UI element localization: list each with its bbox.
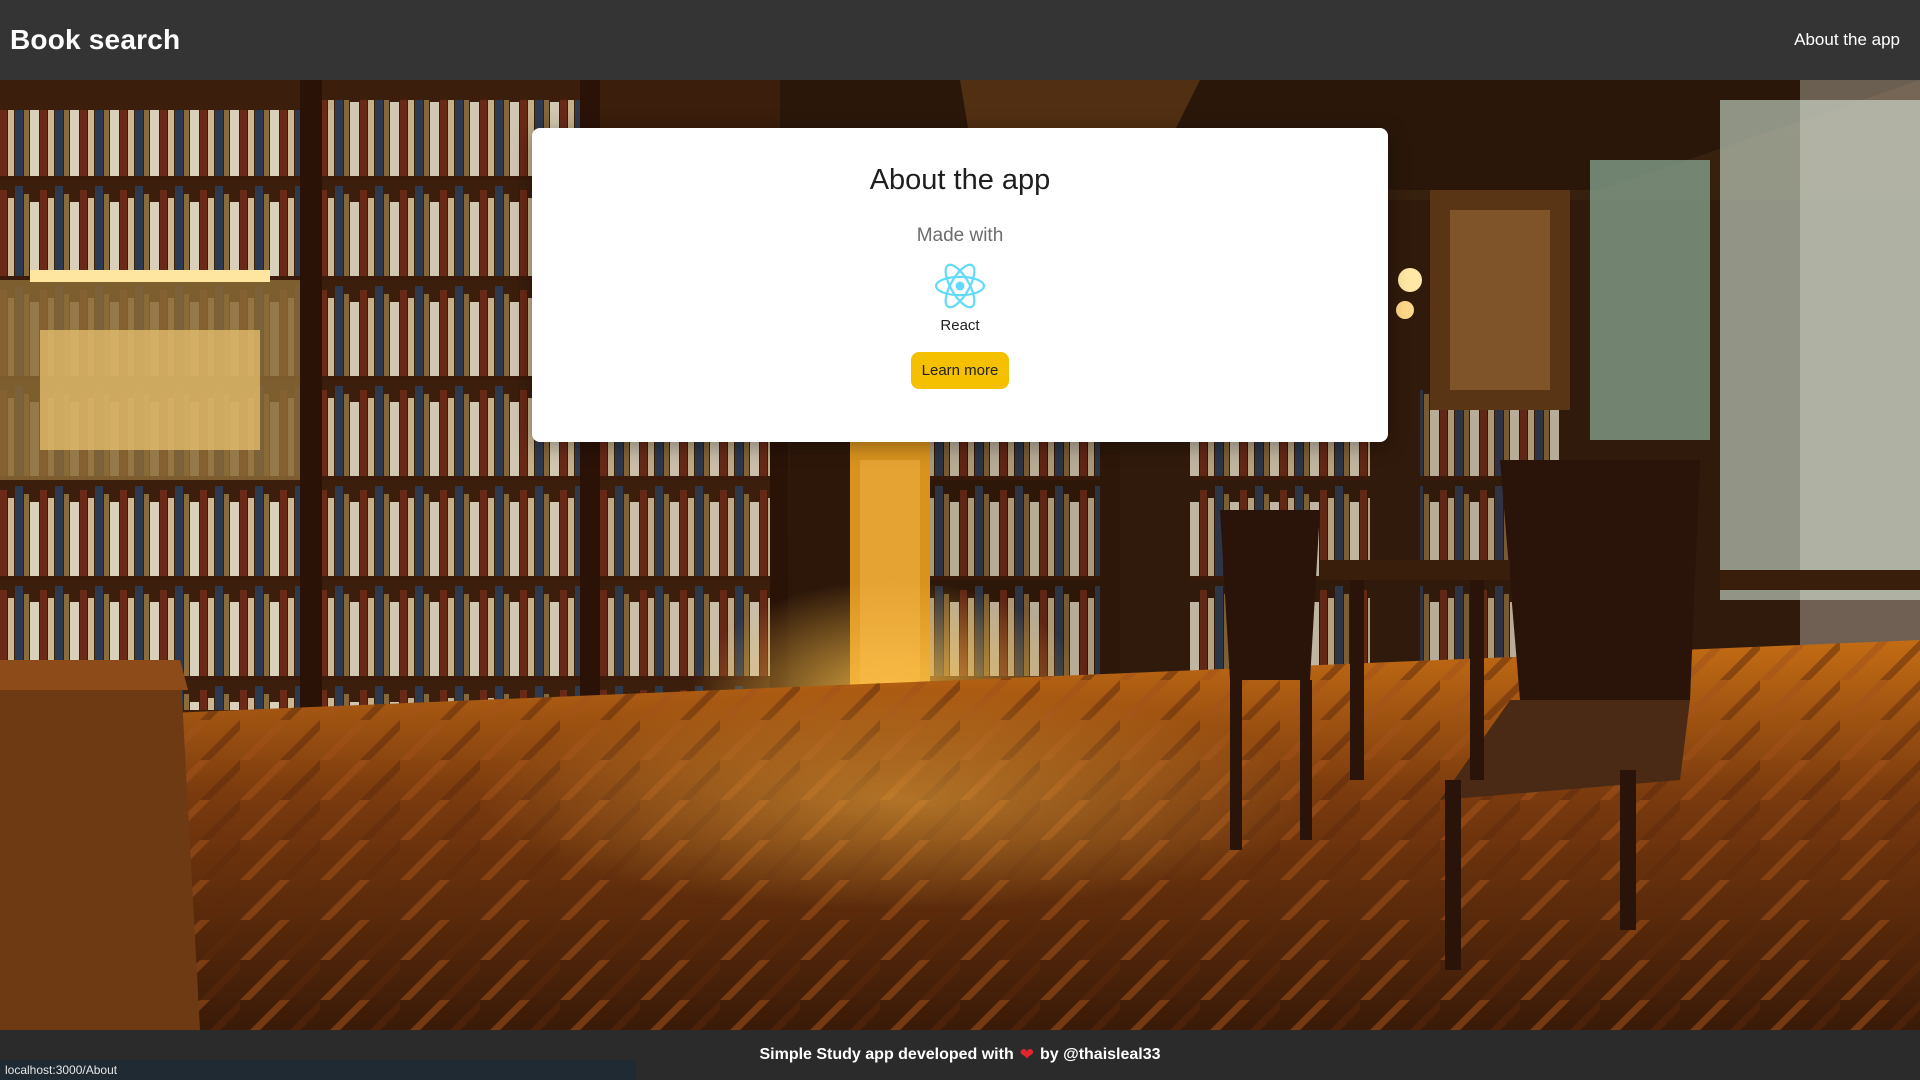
nav-link-about[interactable]: About the app (1794, 30, 1900, 50)
made-with-text: Made with (916, 225, 1004, 246)
card-title: About the app (869, 164, 1051, 196)
footer-text-before: Simple Study app developed with (759, 1046, 1014, 1063)
footer-text-after: by @thaisleal33 (1039, 1046, 1161, 1063)
about-card: About the app Made with React Learn more (532, 128, 1388, 442)
tech-label: React (940, 317, 980, 334)
react-atom-icon (935, 263, 985, 309)
navbar: Book search About the app (0, 0, 1920, 80)
learn-more-button[interactable]: Learn more (910, 352, 1010, 389)
footer-credits: Simple Study app developed with ❤ by @th… (759, 1045, 1160, 1065)
heart-icon: ❤ (1019, 1045, 1034, 1064)
status-bar-url: localhost:3000/About (0, 1060, 636, 1080)
brand-title[interactable]: Book search (10, 24, 180, 56)
